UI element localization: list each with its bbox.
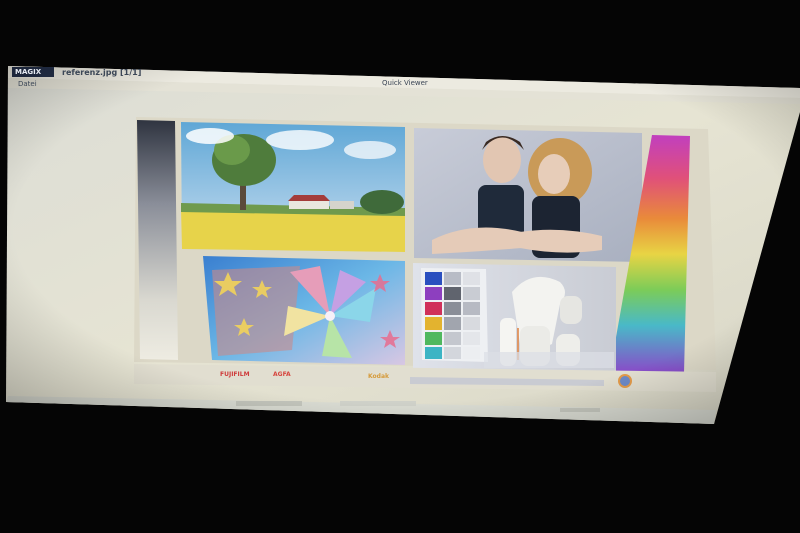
agfa-logo: AGFA (273, 371, 291, 378)
menu-datei[interactable]: Datei (18, 80, 37, 88)
window-center-title: Quick Viewer (382, 79, 428, 87)
window-title: referenz.jpg [1/1] (62, 68, 142, 77)
app-badge-label: MAGIX (15, 68, 42, 76)
kodak-logo: Kodak (368, 373, 389, 380)
fujifilm-logo: FUJIFILM (220, 371, 250, 378)
